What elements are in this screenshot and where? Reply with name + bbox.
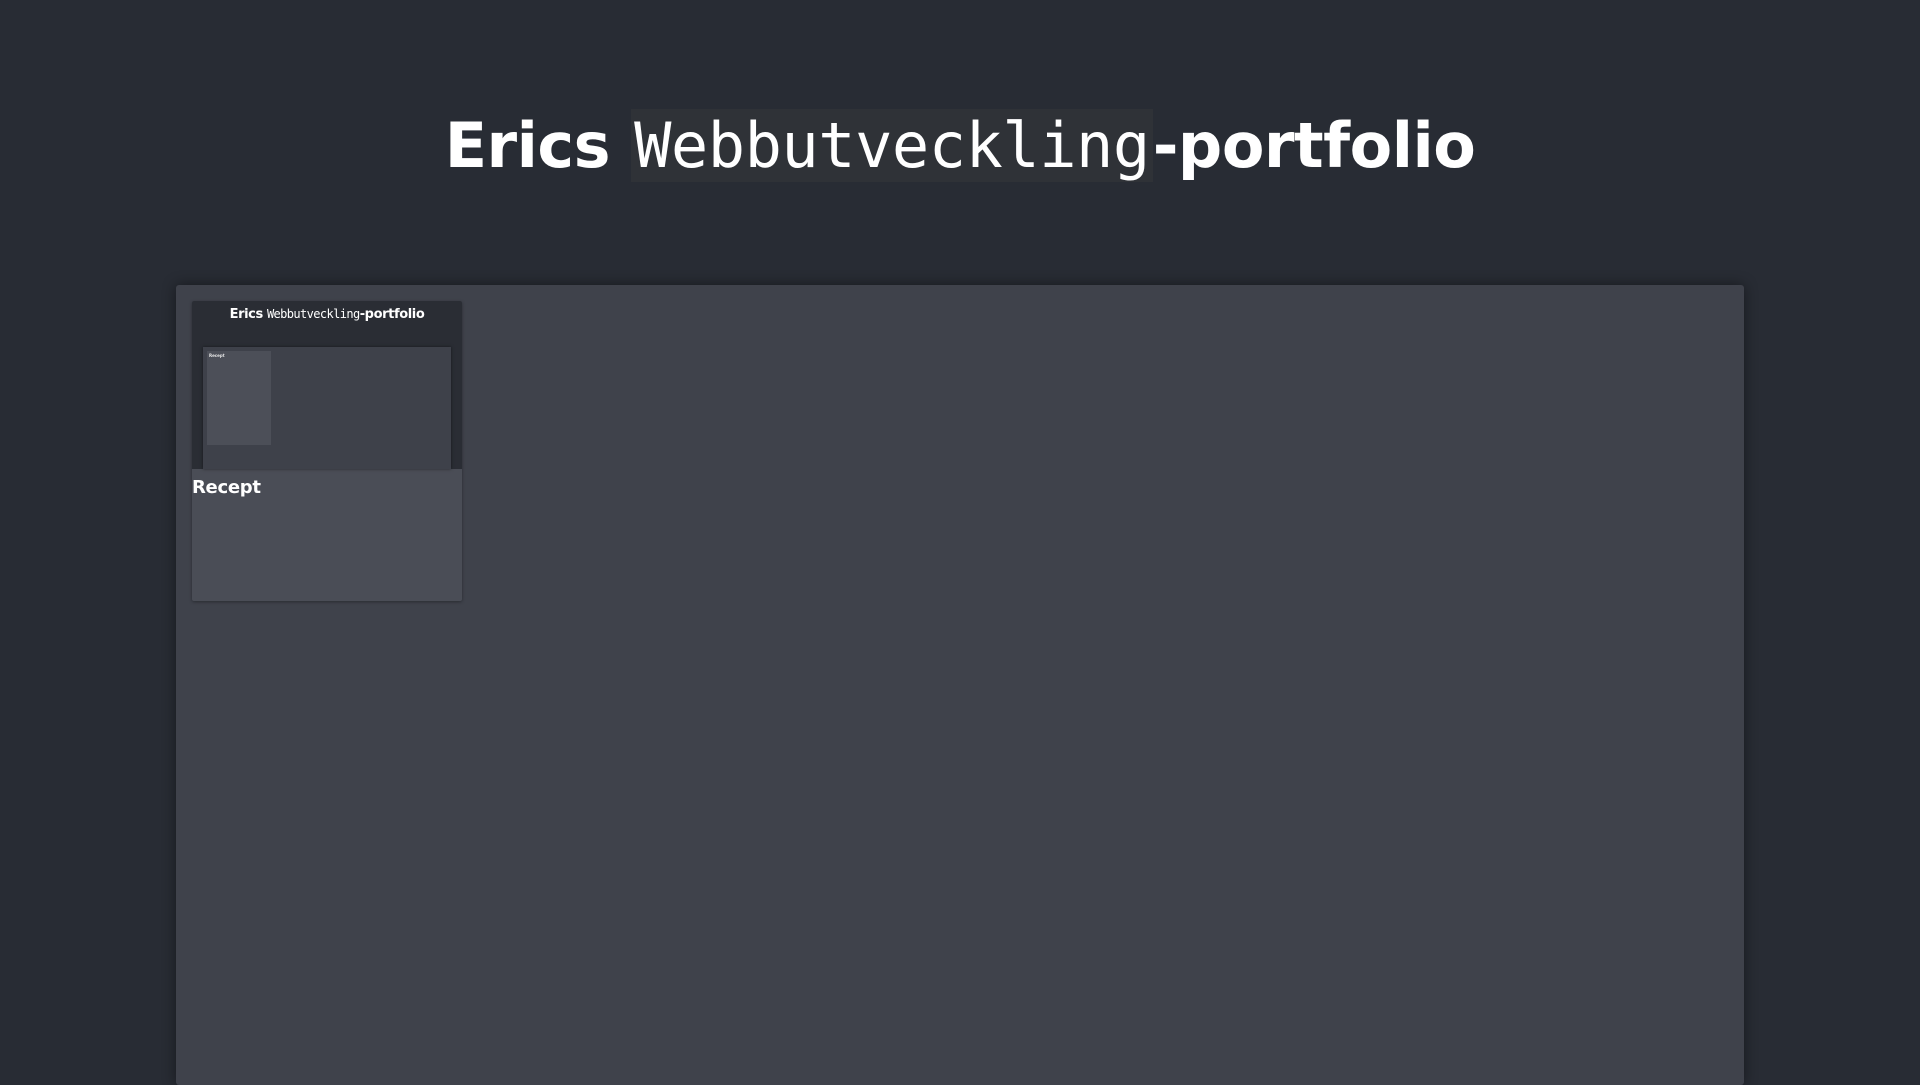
thumbnail-title-code: Webbutveckling	[266, 307, 360, 321]
project-card-recept[interactable]: Erics Webbutveckling-portfolio Recept Re…	[192, 301, 462, 601]
project-title[interactable]: Recept	[192, 476, 261, 500]
page-title-suffix: -portfolio	[1152, 109, 1476, 182]
thumbnail-panel: Recept	[203, 347, 451, 469]
thumbnail-card: Recept	[207, 351, 271, 445]
thumbnail-title-prefix: Erics	[229, 307, 267, 322]
page-title-code: Webbutveckling	[631, 109, 1153, 182]
thumbnail-title-suffix: -portfolio	[359, 307, 425, 322]
page-header: Erics Webbutveckling-portfolio	[0, 0, 1920, 280]
page-title-prefix: Erics	[444, 109, 632, 182]
thumbnail-title: Erics Webbutveckling-portfolio	[192, 306, 462, 323]
project-thumbnail[interactable]: Erics Webbutveckling-portfolio Recept	[192, 301, 462, 469]
page-title: Erics Webbutveckling-portfolio	[0, 102, 1920, 190]
project-panel: Erics Webbutveckling-portfolio Recept Re…	[176, 285, 1744, 1085]
thumbnail-card-label: Recept	[209, 353, 225, 358]
